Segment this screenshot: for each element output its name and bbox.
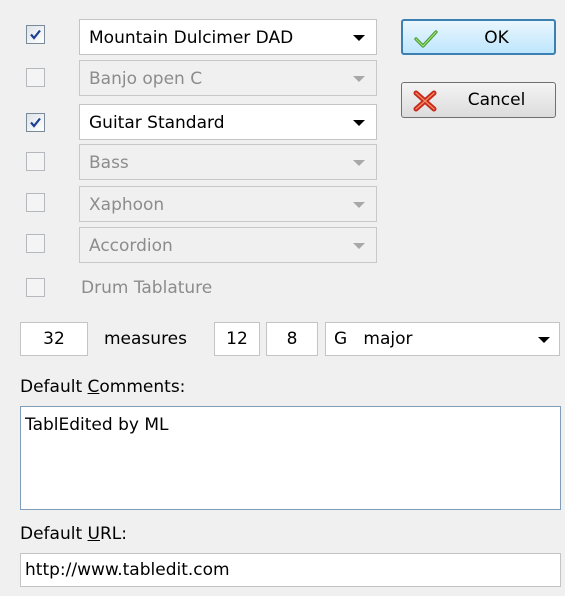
chevron-down-icon [353,243,365,249]
chevron-down-icon [538,337,550,343]
instrument-combo-4-value: Bass [89,153,129,173]
key-signature-value: G major [334,329,413,349]
instrument-combo-1[interactable]: Mountain Dulcimer DAD [79,19,377,55]
instrument-checkbox-4[interactable] [26,152,45,171]
time-denominator-value: 8 [286,329,298,349]
instrument-combo-3-value: Guitar Standard [89,113,225,133]
key-signature-combo[interactable]: G major [325,322,560,356]
default-comments-label-pre: Default [20,377,88,397]
default-comments-label-accel: C [87,377,100,397]
instrument-combo-3[interactable]: Guitar Standard [79,104,377,140]
default-comments-value: TablEdited by ML [25,415,169,435]
instrument-checkbox-5[interactable] [26,193,45,212]
instrument-checkbox-3[interactable] [26,113,45,132]
checkmark-icon [30,29,41,40]
default-url-label: Default URL: [20,524,127,544]
instrument-checkbox-6[interactable] [26,234,45,253]
default-url-label-accel: U [87,524,100,544]
instrument-combo-5[interactable]: Xaphoon [79,186,377,222]
default-comments-label: Default Comments: [20,377,185,397]
checkmark-icon [30,117,41,128]
default-url-label-post: RL: [99,524,127,544]
chevron-down-icon [353,120,365,126]
chevron-down-icon [353,35,365,41]
time-numerator-value: 12 [226,329,248,349]
drum-tablature-checkbox[interactable] [26,278,45,297]
instrument-combo-5-value: Xaphoon [89,195,165,215]
ok-button-label: OK [484,28,509,48]
measures-count-input[interactable]: 32 [20,322,88,356]
instrument-checkbox-2[interactable] [26,68,45,87]
instrument-combo-6-value: Accordion [89,236,173,256]
default-url-input[interactable]: http://www.tabledit.com [20,553,561,587]
time-signature-denominator-input[interactable]: 8 [266,322,318,356]
ok-button[interactable]: OK [401,19,556,55]
default-comments-textarea[interactable]: TablEdited by ML [20,406,561,510]
instrument-combo-2-value: Banjo open C [89,69,203,89]
instrument-combo-6[interactable]: Accordion [79,227,377,263]
default-url-value: http://www.tabledit.com [25,560,230,580]
measures-count-value: 32 [43,329,65,349]
chevron-down-icon [353,160,365,166]
chevron-down-icon [353,76,365,82]
drum-tablature-label: Drum Tablature [81,278,213,298]
instrument-combo-4[interactable]: Bass [79,144,377,180]
measures-label: measures [104,329,187,349]
default-url-label-pre: Default [20,524,88,544]
cancel-button[interactable]: Cancel [401,82,556,118]
cancel-button-label: Cancel [467,90,526,110]
time-signature-numerator-input[interactable]: 12 [214,322,260,356]
instrument-combo-2[interactable]: Banjo open C [79,60,377,96]
instrument-combo-1-value: Mountain Dulcimer DAD [89,28,294,48]
instrument-checkbox-1[interactable] [26,25,45,44]
chevron-down-icon [353,202,365,208]
default-comments-label-post: omments: [99,377,186,397]
